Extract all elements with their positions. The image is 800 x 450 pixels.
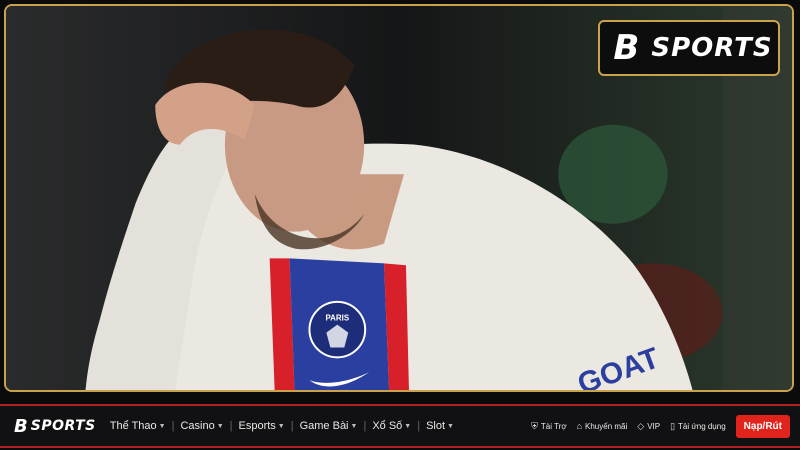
- util-label: Tải ứng dụng: [678, 421, 726, 431]
- chevron-down-icon: ▼: [447, 422, 454, 430]
- nav-item-the-thao[interactable]: Thể Thao ▼: [104, 420, 172, 432]
- chevron-down-icon: ▼: [350, 422, 358, 430]
- nav-logo-mark: B: [14, 415, 28, 437]
- nav-item-casino[interactable]: Casino ▼: [174, 420, 229, 432]
- brand-logo-text: SPORTS: [651, 33, 773, 63]
- sponsor-link[interactable]: ⛨ Tài Trợ: [531, 421, 566, 432]
- deposit-withdraw-button[interactable]: Nạp/Rút: [735, 414, 790, 438]
- util-label: VIP: [647, 421, 661, 431]
- nav-item-esports[interactable]: Esports ▼: [233, 420, 291, 432]
- chevron-down-icon: ▼: [277, 422, 285, 430]
- nav-item-label: Slot: [426, 420, 446, 432]
- nav-item-label: Thể Thao: [109, 420, 157, 432]
- nav-logo[interactable]: B SPORTS: [14, 416, 96, 437]
- tag-icon: ⌂: [576, 421, 583, 431]
- download-app-link[interactable]: ▯ Tải ứng dụng: [670, 421, 726, 432]
- chevron-down-icon: ▼: [404, 422, 412, 430]
- util-label: Khuyến mãi: [585, 421, 628, 431]
- nav-item-label: Esports: [238, 420, 276, 432]
- nav-item-label: Xổ Số: [372, 420, 403, 432]
- nav-logo-text: SPORTS: [30, 418, 96, 434]
- chevron-down-icon: ▼: [216, 422, 224, 430]
- nav-item-label: Game Bài: [299, 420, 349, 432]
- promotions-link[interactable]: ⌂ Khuyến mãi: [577, 421, 628, 431]
- brand-logo-mark: B: [613, 28, 639, 68]
- diamond-icon: ◇: [637, 420, 645, 431]
- nav-item-game-bai[interactable]: Game Bài ▼: [294, 420, 364, 432]
- nav-item-xo-so[interactable]: Xổ Số ▼: [366, 420, 417, 432]
- shield-icon: ⛨: [531, 420, 538, 431]
- nav-item-label: Casino: [180, 420, 215, 432]
- util-label: Tài Trợ: [540, 421, 567, 431]
- nav-item-slot[interactable]: Slot ▼: [420, 420, 460, 432]
- nav-menu: Thể Thao ▼ | Casino ▼ | Esports ▼ | Game Bà…: [104, 420, 460, 432]
- crest-text: PARIS: [325, 314, 349, 323]
- chevron-down-icon: ▼: [158, 422, 166, 430]
- phone-icon: ▯: [670, 420, 676, 431]
- hero-photo: PARIS GOAT B SPORTS: [4, 4, 794, 392]
- vip-link[interactable]: ◇ VIP: [637, 421, 660, 432]
- brand-logo-badge: B SPORTS: [598, 20, 780, 76]
- nav-utilities: ⛨ Tài Trợ ⌂ Khuyến mãi ◇ VIP ▯ Tải ứng d…: [531, 414, 790, 438]
- bottom-nav-bar: B SPORTS Thể Thao ▼ | Casino ▼ | Esports ▼ …: [0, 404, 800, 448]
